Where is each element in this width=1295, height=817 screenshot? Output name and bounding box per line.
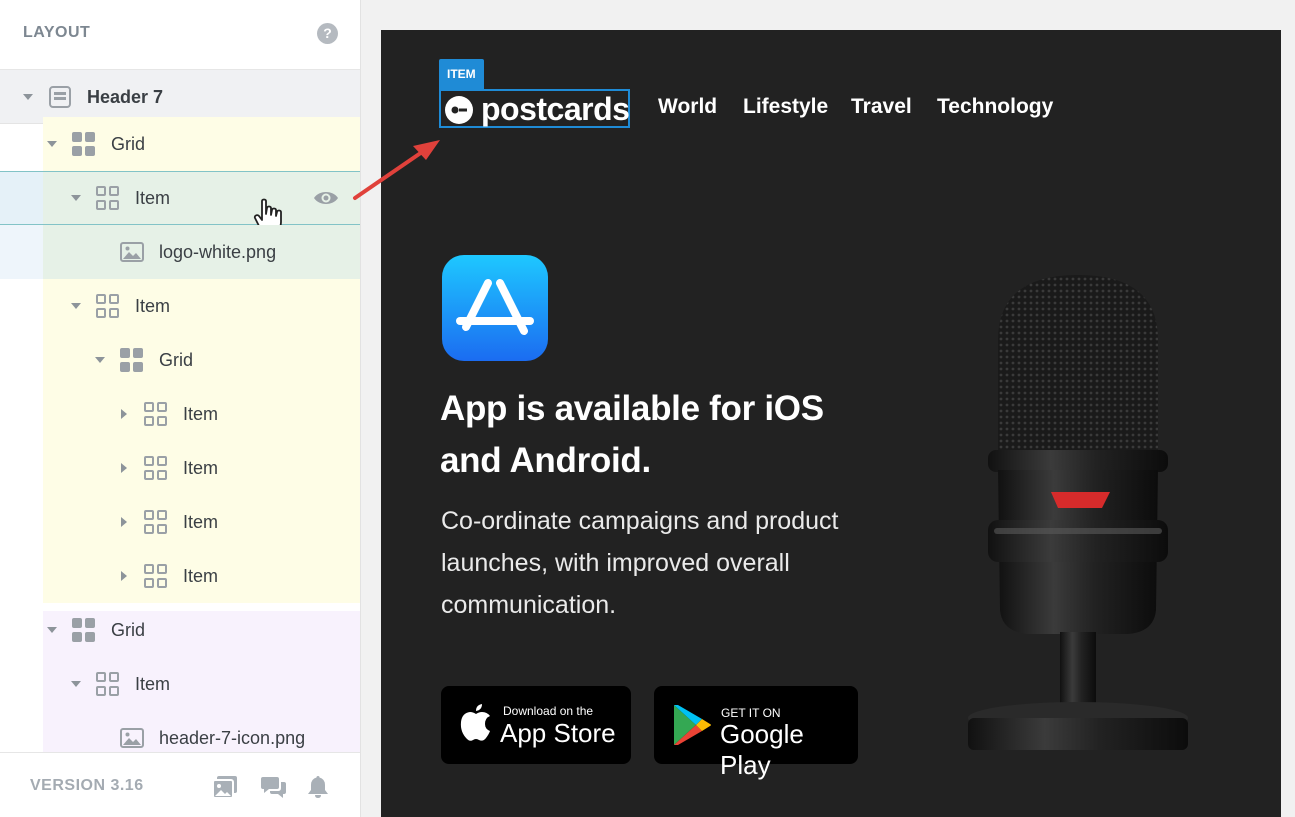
tree-label: Item [183,458,219,478]
tree-label: Grid [111,134,146,154]
collapse-toggle[interactable] [95,357,105,363]
tree-row-item[interactable]: Item [0,549,360,603]
item-icon [96,294,120,318]
apple-icon [460,704,490,741]
collapse-toggle[interactable] [47,141,57,147]
item-icon [96,186,120,210]
tree-label: Item [183,404,219,424]
appstore-small-text: Download on the [503,704,594,718]
grid-icon [72,132,96,156]
tree-label: Item [183,566,219,586]
tree-label: Item [183,512,219,532]
nav-technology[interactable]: Technology [937,95,1053,119]
nav-lifestyle[interactable]: Lifestyle [743,95,828,119]
bell-icon[interactable] [307,775,329,799]
tree-row-grid[interactable]: Grid [0,333,360,387]
logo-text: postcards [481,91,630,127]
eye-icon[interactable] [313,189,339,207]
tree-row-item[interactable]: Item [0,279,360,333]
sidebar-header: LAYOUT ? [0,0,360,70]
sidebar-title: LAYOUT [23,24,91,41]
app-store-button[interactable]: Download on the App Store [441,686,631,764]
expand-toggle[interactable] [121,571,127,581]
collapse-toggle[interactable] [71,195,81,201]
layout-sidebar: LAYOUT ? Header 7 Grid Item logo-white.p… [0,0,361,817]
tree-row-grid[interactable]: Grid [0,117,360,171]
collapse-toggle[interactable] [71,681,81,687]
tree-label: Header 7 [87,87,164,107]
collapse-toggle[interactable] [23,94,33,100]
item-icon [144,402,168,426]
google-play-icon [674,705,711,745]
nav-travel[interactable]: Travel [851,95,912,119]
sidebar-footer: VERSION 3.16 [0,752,360,817]
nav-world[interactable]: World [658,95,717,119]
collapse-toggle[interactable] [71,303,81,309]
expand-toggle[interactable] [121,517,127,527]
comments-icon[interactable] [261,775,287,799]
appstore-big-text: App Store [500,718,616,748]
help-icon[interactable]: ? [317,23,338,44]
tree-row-header-7[interactable]: Header 7 [0,70,360,124]
tree-row-logo-white[interactable]: logo-white.png [0,225,360,279]
tree-label: Item [135,188,171,208]
description: Co-ordinate campaigns and product launch… [441,507,839,619]
expand-toggle[interactable] [121,409,127,419]
tree-row-item[interactable]: Item [0,387,360,441]
tree-label: header-7-icon.png [159,728,306,748]
tree-label: logo-white.png [159,242,277,262]
item-tag: ITEM [439,59,484,89]
tree-label: Item [135,674,171,694]
logo-selection[interactable]: postcards [439,89,630,128]
tree-row-item[interactable]: Item [0,441,360,495]
item-icon [144,510,168,534]
google-play-button[interactable]: GET IT ON Google Play [654,686,858,780]
image-icon [120,728,144,748]
tree-row-grid[interactable]: Grid [0,603,360,657]
page-preview-canvas: ITEM postcards World Lifestyle Travel Te… [381,30,1281,817]
grid-icon [72,618,96,642]
collapse-toggle[interactable] [47,627,57,633]
images-icon[interactable] [212,775,238,799]
microphone-image [968,275,1188,750]
header-block-icon [49,86,71,108]
item-icon [96,672,120,696]
app-store-icon [442,255,548,361]
googleplay-small-text: GET IT ON [721,706,781,720]
expand-toggle[interactable] [121,463,127,473]
tree-row-item[interactable]: Item [0,495,360,549]
tree-row-item[interactable]: Item [0,657,360,711]
image-icon [120,242,144,262]
tree-row-header-icon[interactable]: header-7-icon.png [0,711,360,752]
tree-label: Grid [159,350,194,370]
version-label: VERSION 3.16 [30,777,144,794]
tree-label: Grid [111,620,146,640]
item-icon [144,564,168,588]
item-icon [144,456,168,480]
postcards-logo-icon [445,96,473,124]
grid-icon [120,348,144,372]
headline: App is available for iOS and Android. [440,389,824,480]
googleplay-big-text: Google Play [720,719,804,780]
tree-label: Item [135,296,171,316]
tree-row-item-selected[interactable]: Item [0,171,360,233]
